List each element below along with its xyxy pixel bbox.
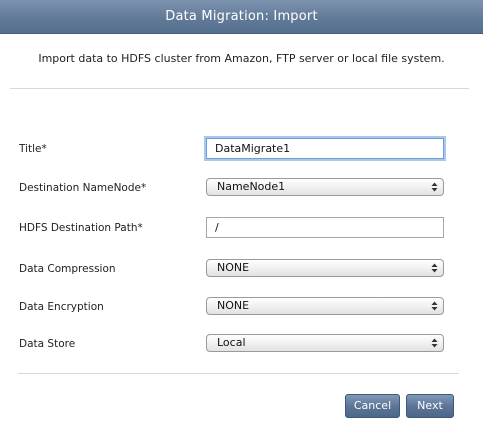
bottom-divider (18, 373, 459, 374)
up-down-chevron-icon (431, 338, 438, 348)
dialog-title: Data Migration: Import (165, 9, 318, 24)
destination-namenode-row: Destination NameNode* NameNode1 (0, 176, 483, 200)
title-label: Title* (19, 143, 47, 155)
hdfs-destination-path-input[interactable]: / (206, 217, 444, 238)
data-compression-row: Data Compression NONE (0, 257, 483, 281)
data-encryption-select[interactable]: NONE (206, 297, 444, 315)
top-divider (10, 88, 469, 89)
data-encryption-row: Data Encryption NONE (0, 295, 483, 319)
data-store-row: Data Store Local (0, 332, 483, 356)
hdfs-destination-path-row: HDFS Destination Path* / (0, 216, 483, 240)
data-compression-label: Data Compression (19, 263, 116, 275)
data-store-value: Local (217, 336, 246, 349)
title-row: Title* DataMigrate1 (0, 137, 483, 161)
data-encryption-value: NONE (217, 299, 250, 312)
title-input[interactable]: DataMigrate1 (206, 138, 444, 159)
data-compression-value: NONE (217, 261, 250, 274)
dialog-description: Import data to HDFS cluster from Amazon,… (38, 52, 445, 65)
hdfs-destination-path-label: HDFS Destination Path* (19, 222, 143, 234)
up-down-chevron-icon (431, 263, 438, 273)
cancel-button[interactable]: Cancel (345, 394, 400, 418)
data-encryption-label: Data Encryption (19, 301, 104, 313)
dialog-titlebar: Data Migration: Import (0, 0, 483, 34)
destination-namenode-select[interactable]: NameNode1 (206, 178, 444, 196)
up-down-chevron-icon (431, 301, 438, 311)
data-compression-select[interactable]: NONE (206, 259, 444, 277)
destination-namenode-value: NameNode1 (217, 180, 286, 193)
data-store-label: Data Store (19, 338, 76, 350)
next-button[interactable]: Next (406, 394, 454, 418)
up-down-chevron-icon (431, 182, 438, 192)
destination-namenode-label: Destination NameNode* (19, 182, 147, 194)
data-store-select[interactable]: Local (206, 334, 444, 352)
